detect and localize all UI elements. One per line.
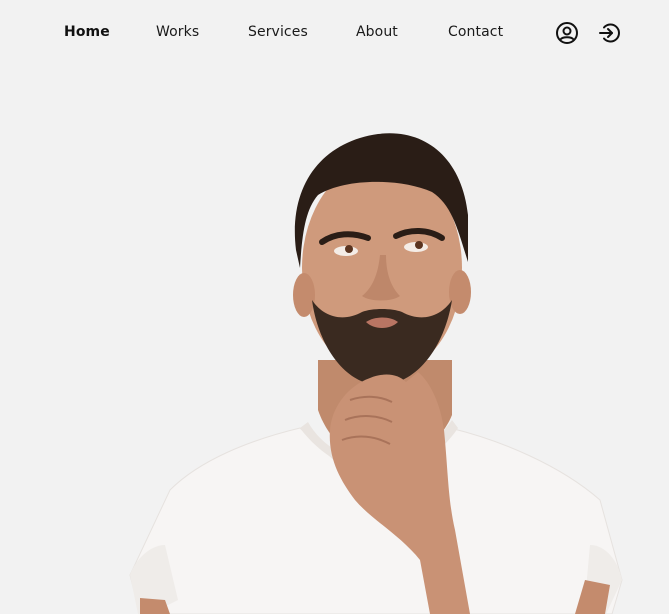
login-arrow-icon[interactable] — [597, 21, 621, 45]
user-circle-icon[interactable] — [555, 21, 579, 45]
nav-works-link[interactable]: Works — [156, 24, 199, 40]
main-nav: Home Works Services About Contact — [0, 0, 669, 70]
nav-contact-link[interactable]: Contact — [448, 24, 503, 40]
page: Home Works Services About Contact — [0, 0, 669, 614]
nav-home-link[interactable]: Home — [64, 24, 110, 40]
nav-about-link[interactable]: About — [356, 24, 398, 40]
hero-portrait-image — [129, 133, 623, 614]
nav-services-link[interactable]: Services — [248, 24, 308, 40]
